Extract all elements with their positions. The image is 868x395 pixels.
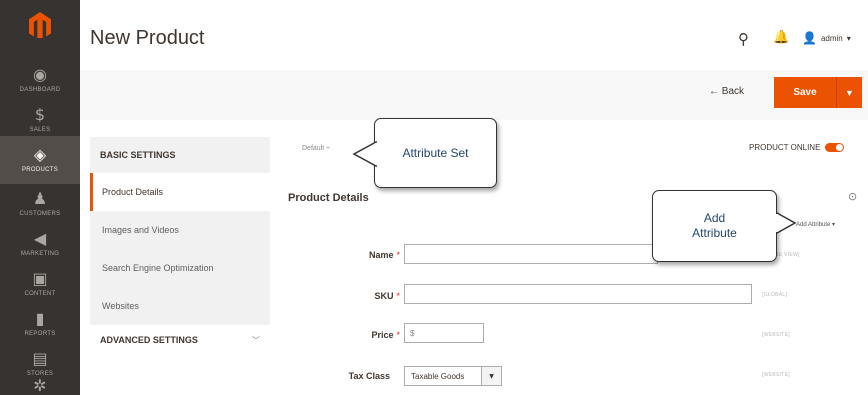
name-input[interactable] [404, 244, 658, 264]
currency-symbol: $ [410, 328, 415, 338]
page-actions-bar [80, 70, 868, 120]
price-label: Price * [330, 330, 400, 340]
tab-seo[interactable]: Search Engine Optimization [90, 249, 270, 287]
scope-label: [WEBSITE] [762, 332, 790, 338]
name-label: Name * [330, 250, 400, 260]
collapse-icon[interactable]: ⊙ [848, 190, 857, 203]
layout-icon: ▣ [32, 269, 48, 288]
tax-class-label: Tax Class [348, 371, 390, 381]
user-name: admin [820, 33, 843, 43]
save-button[interactable]: Save [774, 87, 836, 98]
bar-chart-icon: ▮ [35, 309, 45, 328]
nav-label: REPORTS [24, 331, 56, 337]
tax-class-select[interactable]: Taxable Goods ▼ [404, 366, 502, 386]
nav-label: SALES [29, 127, 51, 133]
required-mark: * [396, 291, 400, 301]
attribute-set-select[interactable]: Default ÷ [302, 145, 330, 152]
magento-logo[interactable] [0, 0, 80, 50]
admin-sidebar: ◉ DASHBOARD $ SALES ◈ PRODUCTS ♟ CUSTOME… [0, 0, 80, 395]
save-dropdown-toggle[interactable]: ▼ [836, 77, 862, 108]
tab-websites[interactable]: Websites [90, 287, 270, 325]
back-button[interactable]: ← Back [709, 86, 744, 97]
selected-value: Taxable Goods [411, 371, 465, 381]
advanced-settings-label: ADVANCED SETTINGS [100, 335, 198, 345]
label-text: Price [371, 330, 394, 340]
required-mark: * [396, 330, 400, 340]
label-text: Name [368, 250, 394, 260]
cube-icon: ◈ [33, 145, 47, 164]
attribute-set-callout: Attribute Set [374, 118, 497, 188]
nav-label: PRODUCTS [21, 167, 59, 173]
chevron-down-icon: ﹀ [252, 335, 260, 345]
product-tabs: BASIC SETTINGS Product Details Images an… [90, 137, 270, 355]
scope-label: [GLOBAL] [762, 292, 788, 298]
nav-label: CONTENT [24, 291, 56, 297]
person-icon: ♟ [32, 189, 48, 208]
save-split-button[interactable]: Save ▼ [774, 77, 862, 108]
price-input[interactable]: $ [404, 323, 484, 343]
required-mark: * [396, 250, 400, 260]
sku-input[interactable] [404, 284, 752, 304]
page-title: New Product [90, 27, 205, 49]
nav-label: MARKETING [20, 251, 60, 257]
bell-icon[interactable]: 🔔 [773, 30, 789, 45]
toggle-switch[interactable] [825, 143, 845, 152]
add-attribute-button[interactable]: Add Attribute ▾ [796, 221, 835, 228]
scope-label: [WEBSITE] [762, 372, 790, 378]
nav-system[interactable]: ✲ [0, 372, 80, 395]
section-title[interactable]: Product Details [288, 192, 369, 204]
callout-pointer [775, 211, 797, 235]
tab-product-details[interactable]: Product Details [90, 173, 270, 211]
sku-label: SKU * [330, 291, 400, 301]
magento-logo-icon [29, 12, 51, 38]
user-icon: 👤 [802, 31, 817, 45]
tab-images-videos[interactable]: Images and Videos [90, 211, 270, 249]
dropdown-arrow-icon: ▼ [481, 367, 501, 385]
search-icon[interactable]: ⚲ [738, 30, 749, 48]
store-icon: ▤ [32, 349, 48, 368]
product-online-switch[interactable]: PRODUCT ONLINE [749, 143, 845, 152]
add-attribute-callout: Add Attribute [652, 190, 777, 262]
nav-label: CUSTOMERS [19, 211, 61, 217]
nav-products[interactable]: ◈ PRODUCTS [0, 136, 80, 184]
user-menu[interactable]: 👤 admin ▾ [802, 31, 851, 45]
chevron-down-icon: ▾ [846, 33, 851, 43]
product-online-label: PRODUCT ONLINE [749, 143, 821, 152]
tab-group-advanced-settings[interactable]: ADVANCED SETTINGS ﹀ [90, 325, 270, 355]
callout-pointer [352, 140, 377, 168]
megaphone-icon: ◀ [33, 229, 47, 248]
label-text: SKU [374, 291, 394, 301]
dashboard-icon: ◉ [33, 65, 47, 84]
dollar-icon: $ [34, 105, 46, 124]
gear-icon: ✲ [33, 376, 47, 395]
nav-label: DASHBOARD [19, 87, 61, 93]
tab-group-basic-settings[interactable]: BASIC SETTINGS [90, 137, 270, 173]
